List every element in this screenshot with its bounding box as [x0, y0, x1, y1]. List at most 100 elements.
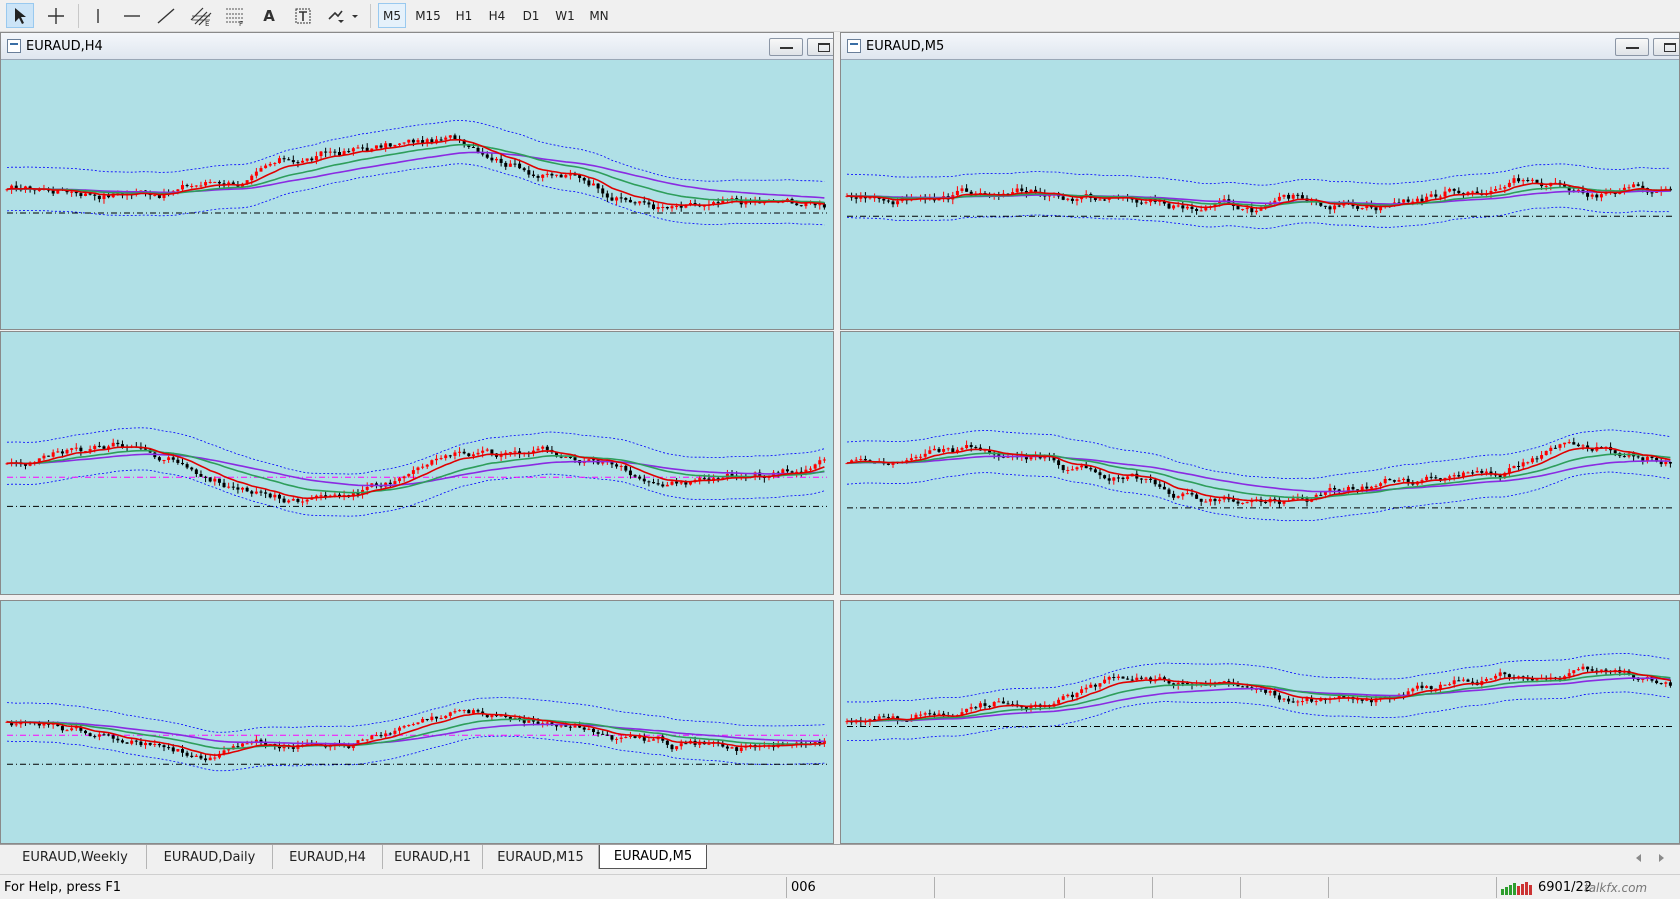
trendline-button[interactable] — [152, 3, 180, 28]
tab-euraud-m15[interactable]: EURAUD,M15 — [483, 845, 599, 869]
candle — [185, 183, 189, 188]
candle — [1103, 675, 1107, 684]
vertical-line-button[interactable] — [86, 3, 110, 28]
candle — [1489, 678, 1493, 680]
candle — [176, 748, 180, 752]
tab-scroll-arrows-icon[interactable] — [1630, 851, 1670, 865]
price-chart[interactable] — [841, 332, 1680, 595]
candle — [47, 455, 51, 457]
candle — [287, 157, 291, 161]
chart-window-titlebar[interactable]: EURAUD,H4 — [1, 33, 833, 60]
candle — [965, 184, 969, 192]
candle — [273, 162, 277, 167]
candle — [1530, 177, 1534, 184]
timeframe-h1-button[interactable]: H1 — [450, 3, 478, 28]
fibonacci-icon: F — [226, 8, 244, 26]
connection-status-icon[interactable] — [1500, 880, 1536, 896]
candle — [74, 443, 78, 452]
chart-window-icon — [7, 39, 21, 53]
price-chart[interactable] — [1, 60, 834, 330]
candle — [1296, 699, 1300, 707]
chart-window-titlebar[interactable]: EURAUD,M5 — [841, 33, 1679, 60]
chart-window-title: EURAUD,M5 — [866, 38, 945, 54]
candle — [1181, 492, 1185, 500]
tab-euraud-weekly[interactable]: EURAUD,Weekly — [4, 845, 147, 869]
candle — [527, 166, 531, 178]
timeframe-d1-button[interactable]: D1 — [517, 3, 545, 28]
timeframe-w1-button[interactable]: W1 — [551, 3, 579, 28]
crosshair-tool-button[interactable] — [42, 3, 70, 28]
tab-euraud-m5[interactable]: EURAUD,M5 — [599, 845, 707, 869]
arrows-dropdown-icon — [328, 10, 358, 23]
candle — [886, 463, 890, 466]
chart-window-6[interactable] — [840, 600, 1680, 844]
candle — [434, 716, 438, 722]
candle — [213, 181, 217, 183]
arrows-dropdown-button[interactable] — [324, 3, 364, 28]
candle — [591, 179, 595, 186]
tab-euraud-h1[interactable]: EURAUD,H1 — [383, 845, 483, 869]
candle — [882, 198, 886, 204]
timeframe-m15-button[interactable]: M15 — [411, 3, 445, 28]
maximize-button[interactable] — [1653, 38, 1679, 56]
price-chart[interactable] — [841, 60, 1680, 330]
minimize-icon — [780, 47, 793, 49]
candle — [647, 480, 651, 487]
chart-window-2[interactable]: EURAUD,M5 — [840, 32, 1680, 330]
cursor-tool-button[interactable] — [6, 3, 34, 28]
candle — [88, 732, 92, 737]
chart-window-1[interactable]: EURAUD,H4 — [0, 32, 834, 330]
candle — [259, 165, 263, 172]
horizontal-line-button[interactable] — [118, 3, 146, 28]
chart-window-4[interactable] — [840, 331, 1680, 595]
candle — [909, 453, 913, 461]
minimize-icon — [1626, 47, 1639, 49]
svg-text:F: F — [239, 20, 243, 26]
lower-band-line — [846, 206, 1671, 229]
candle — [1218, 497, 1222, 504]
tab-euraud-daily[interactable]: EURAUD,Daily — [147, 845, 273, 869]
candle — [1443, 684, 1447, 686]
candle — [291, 743, 295, 753]
timeframe-m5-button[interactable]: M5 — [378, 3, 406, 28]
timeframe-h4-button[interactable]: H4 — [483, 3, 511, 28]
candle — [407, 139, 411, 145]
candle — [568, 724, 572, 731]
candle — [1383, 476, 1387, 485]
maximize-button[interactable] — [807, 38, 833, 56]
tab-euraud-h4[interactable]: EURAUD,H4 — [273, 845, 383, 869]
timeframe-mn-button[interactable]: MN — [584, 3, 614, 28]
candle — [139, 442, 143, 451]
candle — [407, 473, 411, 478]
candle — [402, 142, 406, 145]
toolbar-separator — [78, 4, 79, 28]
text-tool-button[interactable]: A — [256, 3, 282, 28]
candle — [1089, 682, 1093, 688]
candle — [1277, 692, 1281, 703]
channel-button[interactable]: E — [186, 3, 216, 28]
candle — [508, 160, 512, 167]
lower-band-line — [6, 735, 825, 772]
minimize-button[interactable] — [1615, 38, 1649, 56]
candle — [65, 729, 69, 732]
chart-window-5[interactable] — [0, 600, 834, 844]
candle — [1116, 474, 1120, 483]
minimize-button[interactable] — [769, 38, 803, 56]
fibonacci-button[interactable]: F — [220, 3, 250, 28]
candle — [245, 486, 249, 493]
mid-ma-line — [846, 673, 1671, 723]
candle — [1406, 475, 1410, 486]
candle — [1282, 697, 1286, 703]
candle — [1434, 475, 1438, 480]
candle — [1475, 679, 1479, 686]
candle — [1581, 444, 1585, 451]
candle — [665, 206, 669, 210]
candle — [467, 709, 471, 714]
candle — [1581, 185, 1585, 195]
chart-window-3[interactable] — [0, 331, 834, 595]
price-chart[interactable] — [1, 332, 834, 595]
text-label-button[interactable] — [290, 3, 316, 28]
candle — [1466, 678, 1470, 682]
price-chart[interactable] — [841, 601, 1680, 844]
price-chart[interactable] — [1, 601, 834, 844]
